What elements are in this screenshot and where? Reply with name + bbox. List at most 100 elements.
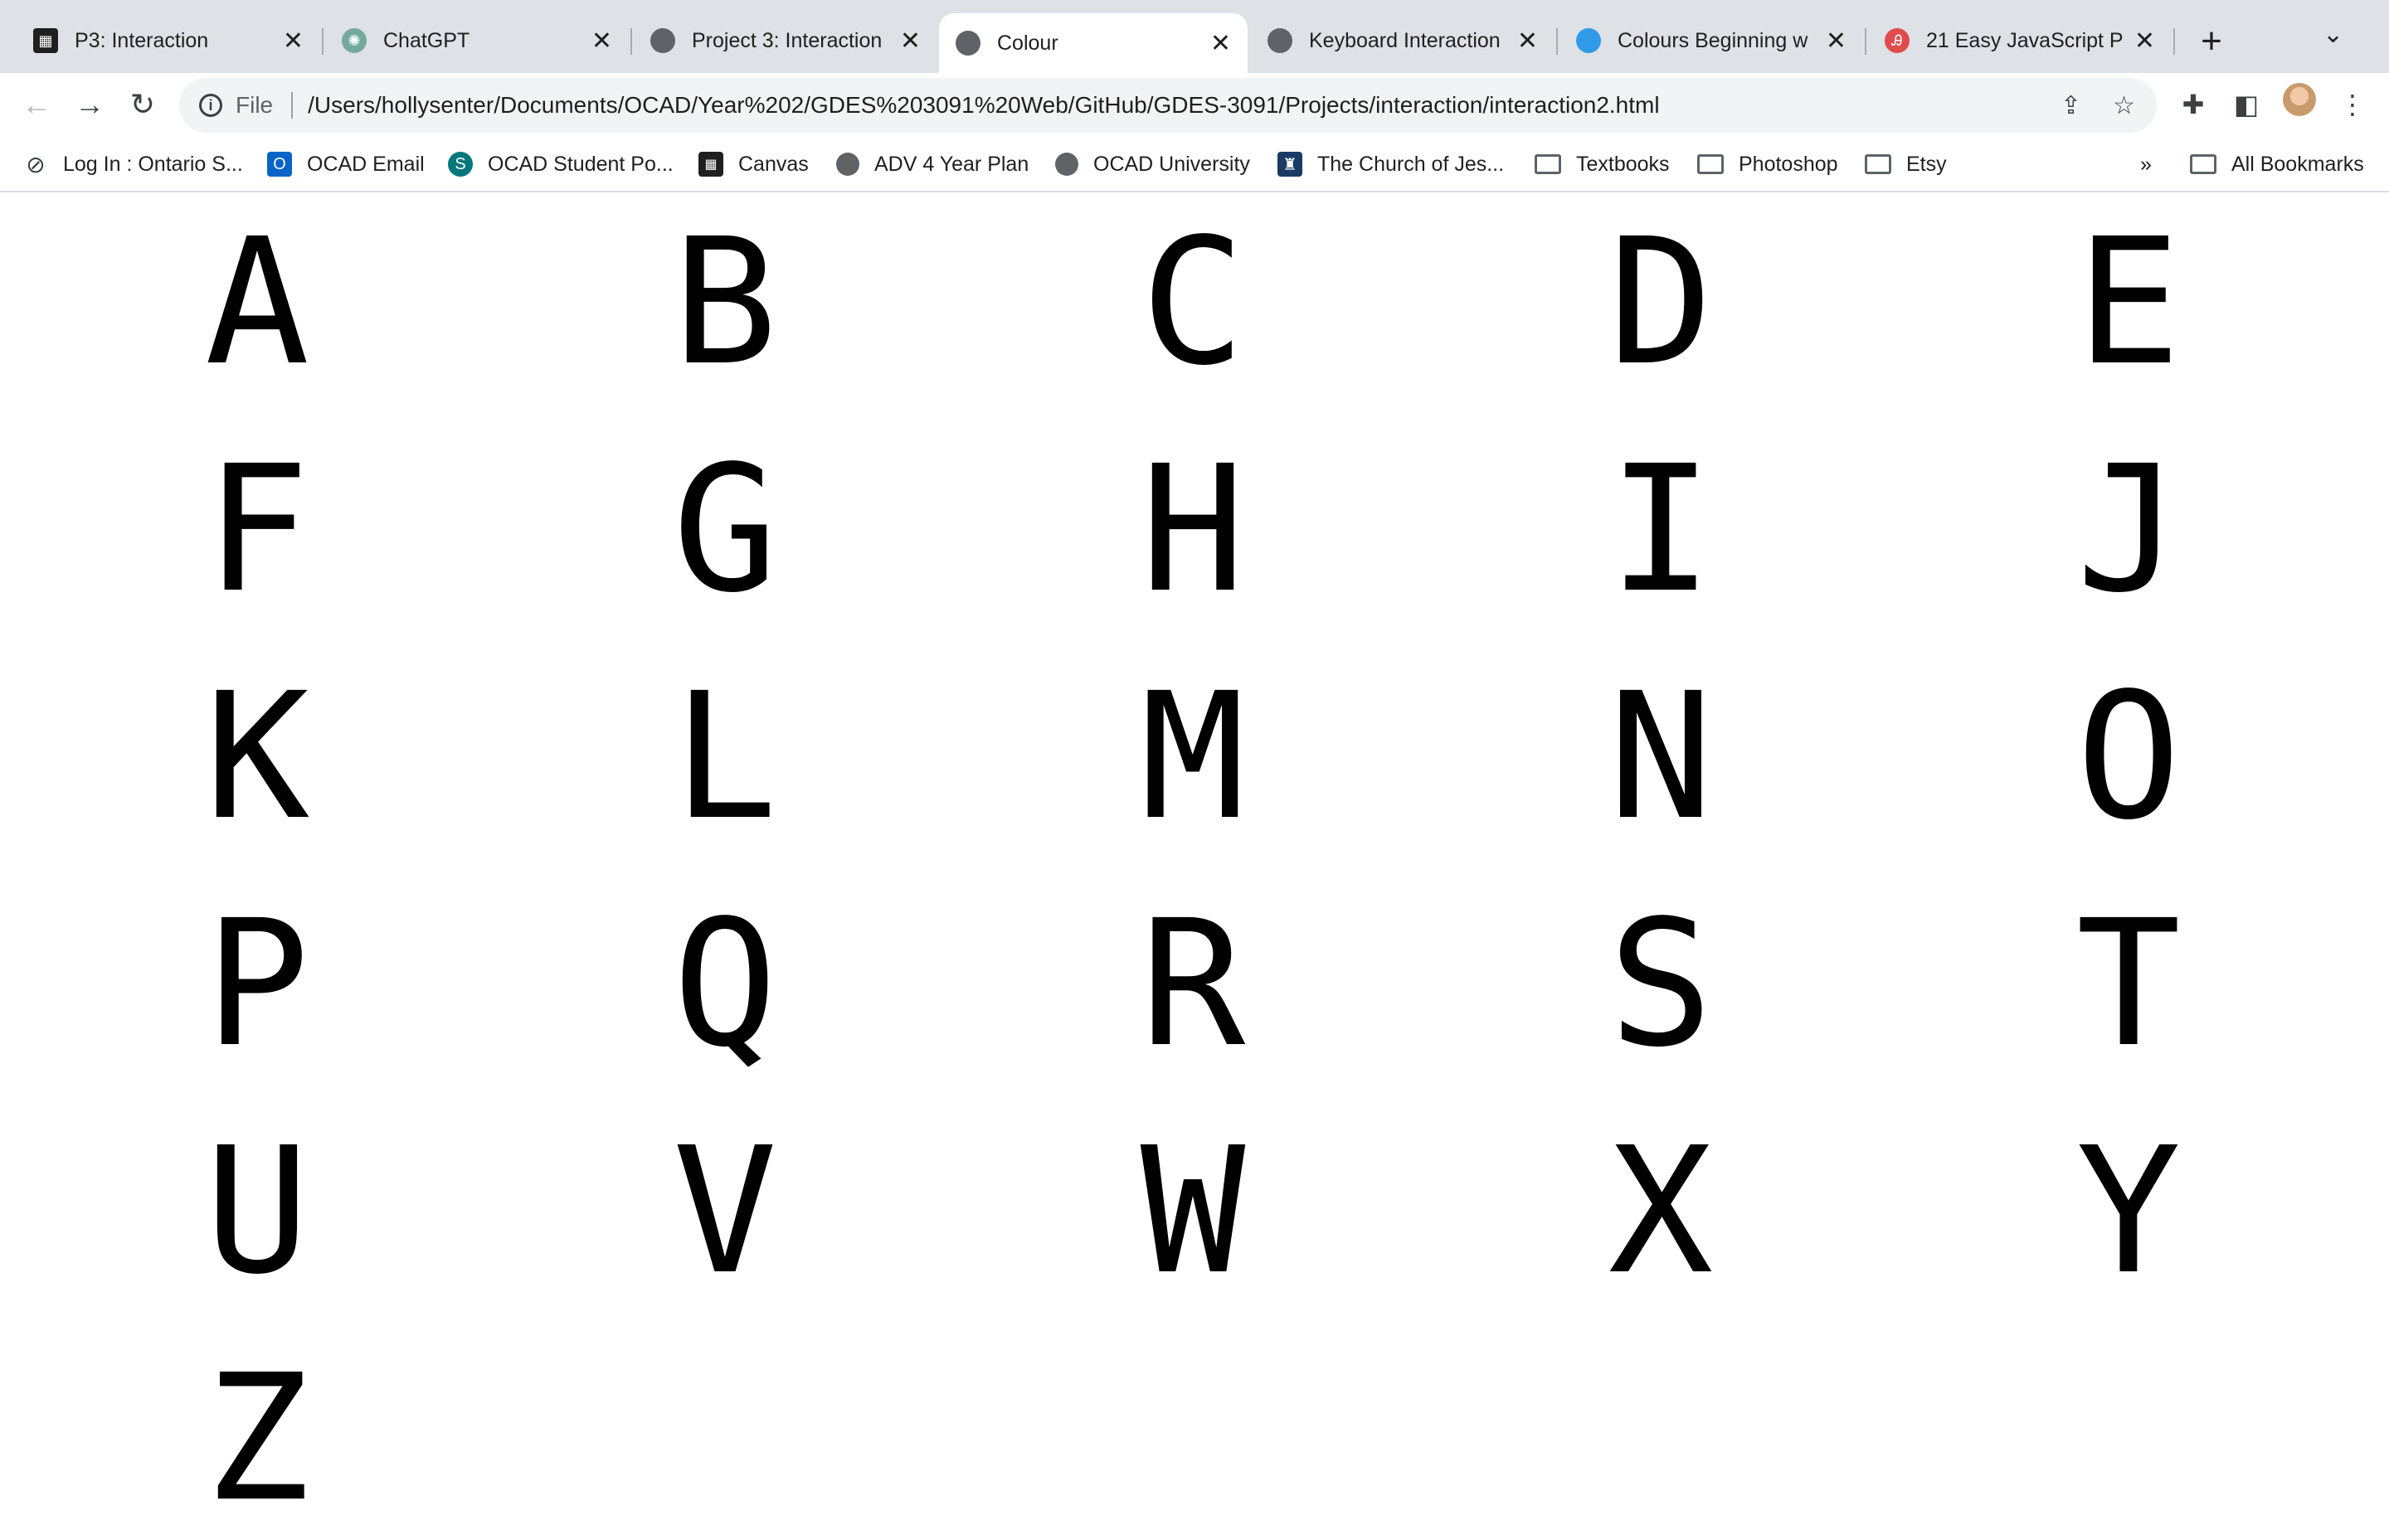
letter-d: D <box>1608 201 1714 404</box>
canvas-icon: ▦ <box>698 152 723 177</box>
letter-m: M <box>1140 655 1246 858</box>
tab-colours-beginning[interactable]: Colours Beginning w ✕ <box>1559 13 1863 68</box>
tab-divider <box>630 28 632 55</box>
letter-o: O <box>2075 655 2182 858</box>
letter-a: A <box>204 201 310 404</box>
tab-title: Project 3: Interaction <box>692 28 883 52</box>
close-icon[interactable]: ✕ <box>900 27 921 56</box>
close-icon[interactable]: ✕ <box>1826 27 1846 56</box>
back-button[interactable]: ← <box>17 85 56 124</box>
blue-circle-icon <box>1576 28 1601 53</box>
tab-chatgpt[interactable]: ✺ ChatGPT ✕ <box>325 13 629 68</box>
letter-r: R <box>1140 882 1246 1086</box>
folder-icon <box>2190 154 2216 174</box>
bookmark-label: ADV 4 Year Plan <box>874 152 1029 176</box>
red-logo-icon: Ꭿ <box>1885 28 1910 53</box>
profile-avatar[interactable] <box>2283 83 2316 116</box>
url-text[interactable]: /Users/hollysenter/Documents/OCAD/Year%2… <box>308 92 1659 119</box>
letter-y: Y <box>2075 1110 2182 1313</box>
globe-icon <box>836 153 859 176</box>
letter-p: P <box>204 882 310 1086</box>
tab-search-chevron-icon[interactable]: ⌄ <box>2323 20 2343 49</box>
address-bar[interactable]: i File /Users/hollysenter/Documents/OCAD… <box>179 78 2157 133</box>
letter-x: X <box>1608 1110 1714 1313</box>
bookmark-label: The Church of Jes... <box>1317 152 1505 176</box>
letter-e: E <box>2075 201 2182 404</box>
close-icon[interactable]: ✕ <box>591 27 612 56</box>
side-panel-icon[interactable]: ◧ <box>2226 85 2266 124</box>
letter-h: H <box>1140 428 1246 631</box>
letter-w: W <box>1140 1110 1246 1313</box>
bookmark-item[interactable]: ADV 4 Year Plan <box>836 136 1029 192</box>
bookmark-item[interactable]: ♜ The Church of Jes... <box>1277 136 1504 192</box>
close-icon[interactable]: ✕ <box>1517 27 1538 56</box>
all-bookmarks-button[interactable]: All Bookmarks <box>2190 136 2364 192</box>
tab-colour[interactable]: Colour ✕ <box>939 13 1248 73</box>
folder-icon <box>1865 154 1891 174</box>
tab-title: Colours Beginning w <box>1618 28 1808 52</box>
tab-divider <box>1865 28 1866 55</box>
tab-keyboard-interaction[interactable]: Keyboard Interaction ✕ <box>1251 13 1555 68</box>
link-icon: ⊘ <box>26 151 46 177</box>
bookmark-label: OCAD Student Po... <box>488 152 674 176</box>
globe-icon <box>1055 153 1078 176</box>
letter-v: V <box>672 1110 778 1313</box>
close-icon[interactable]: ✕ <box>1210 29 1231 58</box>
letter-c: C <box>1140 201 1246 404</box>
reload-button[interactable]: ↻ <box>123 85 163 124</box>
tab-divider <box>2173 28 2175 55</box>
tab-title: P3: Interaction <box>75 28 209 52</box>
extensions-icon[interactable]: ✚ <box>2173 85 2213 124</box>
bookmark-folder[interactable]: Textbooks <box>1535 136 1670 192</box>
forward-button[interactable]: → <box>70 85 109 124</box>
letter-n: N <box>1608 655 1714 858</box>
double-chevron-icon: » <box>2140 152 2152 176</box>
close-icon[interactable]: ✕ <box>2134 27 2155 56</box>
bookmark-star-icon[interactable]: ☆ <box>2113 91 2135 120</box>
all-bookmarks-label: All Bookmarks <box>2231 152 2364 176</box>
letter-j: J <box>2075 428 2182 631</box>
tab-p3-interaction[interactable]: ▦ P3: Interaction ✕ <box>17 13 320 68</box>
folder-icon <box>1535 154 1561 174</box>
letter-t: T <box>2075 882 2182 1086</box>
tab-title: Colour <box>997 31 1058 55</box>
share-icon[interactable]: ⇪ <box>2061 91 2081 120</box>
bookmark-label: Log In : Ontario S... <box>63 152 243 176</box>
bookmark-folder[interactable]: Etsy <box>1865 136 1947 192</box>
new-tab-button[interactable]: + <box>2193 18 2230 65</box>
church-icon: ♜ <box>1277 152 1302 177</box>
letter-z: Z <box>204 1337 310 1540</box>
letter-u: U <box>204 1110 310 1313</box>
info-icon[interactable]: i <box>199 94 222 117</box>
bookmark-item[interactable]: S OCAD Student Po... <box>448 136 674 192</box>
bookmark-label: Etsy <box>1906 152 1947 176</box>
bookmark-label: Photoshop <box>1739 152 1838 176</box>
tab-title: 21 Easy JavaScript P <box>1926 28 2124 52</box>
bookmark-folder[interactable]: Photoshop <box>1697 136 1838 192</box>
bookmarks-overflow-button[interactable]: » <box>2140 136 2152 192</box>
tab-divider <box>322 28 324 55</box>
url-scheme-label: File <box>236 92 274 118</box>
bookmark-item[interactable]: OCAD University <box>1055 136 1250 192</box>
close-icon[interactable]: ✕ <box>283 27 304 56</box>
bookmarks-bar: ⊘ Log In : Ontario S... O OCAD Email S O… <box>0 136 2389 192</box>
letter-b: B <box>672 201 778 404</box>
sharepoint-icon: S <box>448 152 473 177</box>
bookmark-item[interactable]: O OCAD Email <box>267 136 425 192</box>
letter-grid: ABCDEFGHIJKLMNOPQRSTUVWXYZ <box>0 194 2389 1526</box>
browser-menu-icon[interactable]: ⋮ <box>2333 85 2372 124</box>
letter-q: Q <box>672 882 778 1086</box>
tab-strip: ▦ P3: Interaction ✕ ✺ ChatGPT ✕ Project … <box>0 0 2389 73</box>
tab-project3[interactable]: Project 3: Interaction ✕ <box>634 13 937 68</box>
tab-divider <box>1556 28 1558 55</box>
bookmark-item[interactable]: ▦ Canvas <box>698 136 809 192</box>
bookmark-item[interactable]: ⊘ Log In : Ontario S... <box>23 136 243 192</box>
tab-title: ChatGPT <box>383 28 470 52</box>
address-actions: ⇪ ☆ <box>2029 78 2135 133</box>
tab-javascript-projects[interactable]: Ꭿ 21 Easy JavaScript P ✕ <box>1868 13 2172 68</box>
bookmark-label: OCAD Email <box>307 152 425 176</box>
globe-icon <box>956 31 980 56</box>
letter-i: I <box>1608 428 1714 631</box>
qr-icon: ▦ <box>33 28 58 53</box>
letter-f: F <box>204 428 310 631</box>
